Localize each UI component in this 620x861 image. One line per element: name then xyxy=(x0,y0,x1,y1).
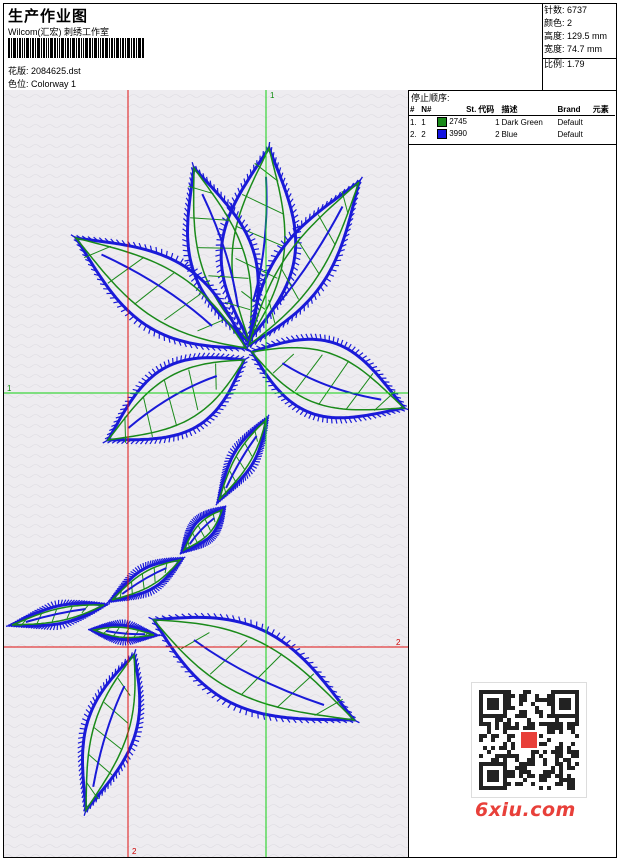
production-worksheet: 生产作业图 Wilcom(汇宏) 刺绣工作室 花版: 2084625.dst 色… xyxy=(3,3,617,858)
stat-stitch-count: 针数: 6737 xyxy=(544,5,588,15)
stat-scale: 比例: 1.79 xyxy=(544,59,585,69)
design-file-field: 花版: 2084625.dst xyxy=(8,64,81,77)
col-code: 代码 xyxy=(477,103,501,116)
watermark-logo: 6xiu.com xyxy=(475,799,576,821)
design-canvas: 1 1 2 2 xyxy=(4,90,409,857)
colorway-field: 色位: Colorway 1 xyxy=(8,77,76,90)
qr-code-icon xyxy=(471,682,587,798)
stop-sequence-title: 停止顺序: xyxy=(411,93,450,103)
barcode-icon xyxy=(8,38,144,58)
stats-panel: 针数: 6737 颜色: 2 高度: 129.5 mm 宽度: 74.7 mm … xyxy=(542,4,617,90)
col-element: 元素 xyxy=(591,103,615,116)
col-brand: Brand xyxy=(556,103,592,116)
fabric-texture xyxy=(4,90,408,857)
stop-sequence-table: # N# St. 代码 描述 Brand 元素 1. 1 2745 1 Dark… xyxy=(409,103,615,140)
axis-label-right: 2 xyxy=(396,638,401,647)
stat-height: 高度: 129.5 mm xyxy=(544,31,608,41)
stats-divider xyxy=(543,58,617,59)
stat-color-count: 颜色: 2 xyxy=(544,18,573,28)
col-stitches: St. xyxy=(435,103,478,116)
embroidery-preview: 1 1 2 2 xyxy=(4,90,408,857)
design-file-label: 花版: xyxy=(8,66,29,76)
company-name: Wilcom(汇宏) 刺绣工作室 xyxy=(8,27,109,37)
stop-sequence-divider xyxy=(409,144,616,145)
design-file-value: 2084625.dst xyxy=(31,66,81,76)
table-row: 2. 2 3990 2 Blue Default xyxy=(410,129,583,139)
axis-label-left: 1 xyxy=(7,384,12,393)
axis-label-bottom: 2 xyxy=(132,847,137,856)
stop-sequence-panel: 停止顺序: # N# St. 代码 描述 Brand 元素 1. 1 2745 xyxy=(409,90,616,857)
qr-code-graphic xyxy=(479,690,579,790)
header-section: 生产作业图 Wilcom(汇宏) 刺绣工作室 花版: 2084625.dst 色… xyxy=(4,4,617,91)
axis-label-top: 1 xyxy=(270,91,275,100)
col-n: N# xyxy=(420,103,436,116)
col-description: 描述 xyxy=(500,103,557,116)
colorway-value: Colorway 1 xyxy=(31,79,77,89)
colorway-label: 色位: xyxy=(8,79,29,89)
col-hash: # xyxy=(409,103,421,116)
color-swatch-green xyxy=(436,117,447,127)
table-header-row: # N# St. 代码 描述 Brand 元素 xyxy=(409,103,615,116)
page-title: 生产作业图 xyxy=(8,8,89,25)
table-row: 1. 1 2745 1 Dark Green Default xyxy=(410,117,583,127)
stat-width: 宽度: 74.7 mm xyxy=(544,44,603,54)
color-swatch-blue xyxy=(436,129,447,139)
